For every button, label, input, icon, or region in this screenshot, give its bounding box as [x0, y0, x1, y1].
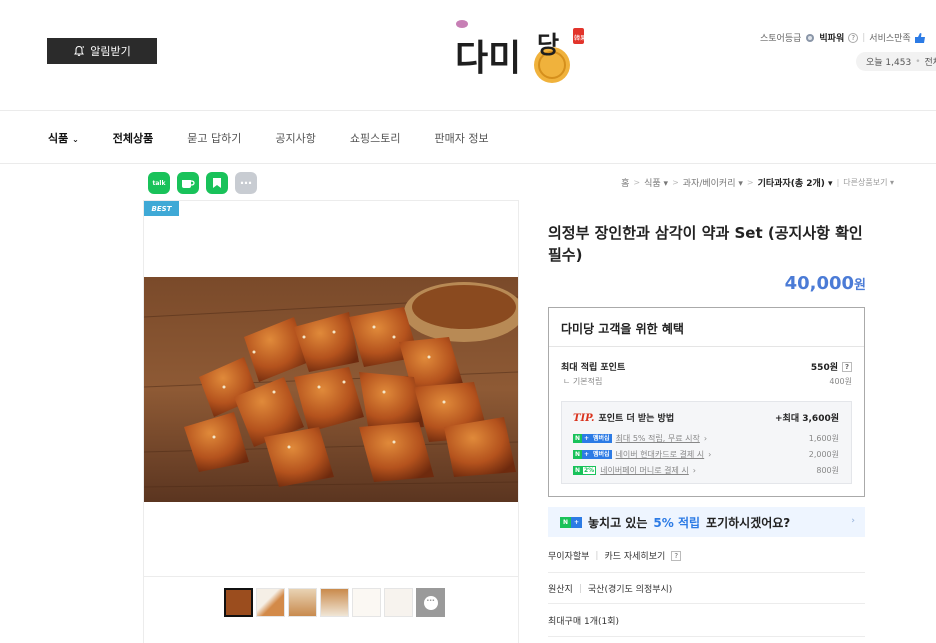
benefit-title: 다미당 고객을 위한 혜택: [549, 308, 864, 347]
origin-value: 국산(경기도 의정부시): [587, 585, 673, 595]
basic-point-value: 400원: [829, 377, 852, 386]
svg-text:당: 당: [537, 31, 559, 59]
medal-icon: [806, 34, 815, 42]
breadcrumb-level3[interactable]: 기타과자(총 2개) ▾: [758, 176, 833, 189]
more-icon[interactable]: ⋯: [235, 172, 257, 194]
tip-max: +최대 3,600원: [775, 414, 839, 424]
naver-plus-badge: N + 멤버십: [573, 434, 612, 443]
more-icon: ⋯: [423, 595, 438, 610]
installment-row: 무이자할부 | 카드 자세히보기 ?: [548, 549, 865, 562]
product-image-panel: BEST ⋯: [143, 200, 519, 643]
help-icon[interactable]: ?: [848, 32, 859, 43]
best-badge: BEST: [144, 201, 179, 216]
tip-label: TIP.: [573, 413, 595, 424]
store-nav: 식품 ⌄ 전체상품 묻고 답하기 공지사항 쇼핑스토리 판매자 정보: [48, 130, 523, 146]
chevron-right-icon: >: [672, 178, 679, 187]
tip-text: 포인트 더 받는 방법: [598, 414, 675, 424]
thumbnail[interactable]: [288, 588, 317, 617]
help-icon[interactable]: ?: [671, 550, 682, 561]
chevron-right-icon: ›: [851, 516, 855, 526]
nav-item-all-products[interactable]: 전체상품: [113, 130, 153, 146]
max-purchase: 최대구매 1개(1회): [548, 617, 620, 627]
bookmark-icon[interactable]: [206, 172, 228, 194]
talk-icon[interactable]: talk: [148, 172, 170, 194]
thumbnail[interactable]: [352, 588, 381, 617]
naver-pay-badge: N 2%: [573, 466, 597, 475]
store-grade-value: 빅파워: [819, 34, 845, 44]
breadcrumb-level2[interactable]: 과자/베이커리 ▾: [683, 176, 743, 189]
other-products-link[interactable]: 다른상품보기 ▾: [843, 177, 894, 188]
tip-line[interactable]: N 2% 네이버페이 머니로 결제 시 › 800원: [573, 465, 839, 476]
nav-item-food[interactable]: 식품 ⌄: [48, 130, 79, 146]
notification-button-label: 알림받기: [90, 45, 131, 58]
store-grade: 스토어등급 빅파워 ? | 서비스만족: [760, 31, 925, 44]
store-logo[interactable]: 다미 당 韓果: [455, 20, 586, 90]
benefit-box: 다미당 고객을 위한 혜택 최대 적립 포인트 550원? ㄴ 기본적립 400…: [548, 307, 865, 497]
notification-button[interactable]: 알림받기: [47, 38, 157, 64]
max-point-value: 550원: [810, 363, 838, 373]
thumbs-up-icon: [914, 32, 925, 43]
breadcrumb-level1[interactable]: 식품 ▾: [644, 176, 668, 189]
share-icons: talk ⋯: [148, 172, 257, 194]
max-point-row: 최대 적립 포인트 550원?: [561, 360, 852, 373]
thumbnail[interactable]: [256, 588, 285, 617]
help-icon[interactable]: ?: [842, 361, 852, 372]
thumbnail[interactable]: [320, 588, 349, 617]
nav-divider: [0, 163, 936, 164]
naver-plus-icon: N +: [560, 516, 582, 528]
svg-text:다미: 다미: [455, 38, 521, 79]
total-count: 전체: [924, 58, 936, 68]
installment-label: 무이자할부: [548, 552, 590, 562]
thumbnail[interactable]: [384, 588, 413, 617]
chevron-down-icon: ⌄: [72, 135, 79, 144]
today-count: 오늘 1,453: [866, 58, 912, 68]
visitor-count: 오늘 1,453 • 전체: [856, 52, 936, 71]
tip-line[interactable]: N + 멤버십 네이버 현대카드로 결제 시 › 2,000원: [573, 449, 839, 460]
bell-icon: [74, 45, 85, 56]
nav-item-qna[interactable]: 묻고 답하기: [187, 130, 241, 146]
basic-point-row: ㄴ 기본적립 400원: [563, 377, 852, 386]
cafe-icon[interactable]: [177, 172, 199, 194]
breadcrumb-home[interactable]: 홈: [621, 176, 629, 189]
header-divider: [0, 110, 936, 111]
basic-point-label: 기본적립: [572, 377, 603, 386]
origin-row: 원산지 | 국산(경기도 의정부시): [548, 583, 673, 596]
thumbnail[interactable]: [224, 588, 253, 617]
membership-promo-banner[interactable]: N + 놓치고 있는 5% 적립 포기하시겠어요? ›: [548, 507, 865, 537]
tip-line[interactable]: N + 멤버십 최대 5% 적립, 무료 시작 › 1,600원: [573, 433, 839, 444]
product-price: 40,000원: [784, 273, 866, 294]
product-title: 의정부 장인한과 삼각이 약과 Set (공지사항 확인필수): [548, 224, 863, 264]
card-detail-link[interactable]: 카드 자세히보기: [604, 549, 665, 562]
store-grade-label: 스토어등급: [760, 34, 802, 44]
service-satisfaction-label: 서비스만족: [869, 34, 911, 44]
max-point-label: 최대 적립 포인트: [561, 363, 626, 373]
chevron-right-icon: >: [633, 178, 641, 187]
max-purchase-row: 최대구매 1개(1회): [548, 614, 865, 627]
nav-item-seller-info[interactable]: 판매자 정보: [434, 130, 488, 146]
origin-label: 원산지: [548, 585, 573, 595]
chevron-right-icon: >: [746, 178, 754, 187]
breadcrumb: 홈 > 식품 ▾ > 과자/베이커리 ▾ > 기타과자(총 2개) ▾ | 다른…: [621, 176, 894, 189]
nav-item-notice[interactable]: 공지사항: [275, 130, 315, 146]
product-page: 알림받기 다미 당 韓果 스토어등급 빅파워 ? | 서비스만족 오늘 1,45…: [0, 0, 936, 643]
thumbnail-strip: ⋯: [224, 588, 445, 617]
naver-plus-badge: N + 멤버십: [573, 450, 612, 459]
nav-item-shopping-story[interactable]: 쇼핑스토리: [350, 130, 401, 146]
product-photo[interactable]: [144, 277, 518, 502]
more-thumbnails-button[interactable]: ⋯: [416, 588, 445, 617]
logo-badge: 韓果: [574, 34, 585, 42]
tip-box: TIP. 포인트 더 받는 방법 +최대 3,600원 N + 멤버십 최대 5% 적…: [561, 401, 852, 484]
